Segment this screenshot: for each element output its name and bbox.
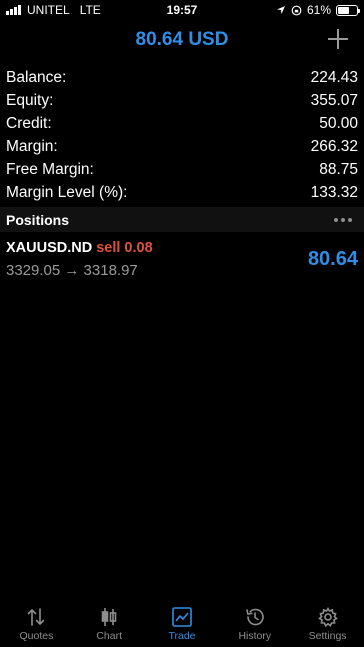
position-profit: 80.64 [307, 248, 358, 270]
candlestick-icon [101, 608, 117, 626]
summary-value: 133.32 [310, 184, 358, 201]
tab-quotes[interactable]: Quotes [0, 601, 73, 647]
tab-chart[interactable]: Chart [73, 601, 146, 647]
tab-label: History [238, 630, 272, 642]
more-options-icon[interactable] [334, 217, 352, 222]
summary-value: 88.75 [319, 161, 358, 178]
summary-label: Free Margin: [6, 161, 94, 178]
summary-value: 266.32 [310, 138, 358, 155]
tab-label: Settings [308, 630, 347, 642]
status-bar: UNITEL LTE 19:57 61% [0, 0, 364, 20]
summary-value: 224.43 [310, 69, 358, 86]
summary-row-credit: Credit: 50.00 [0, 112, 364, 135]
account-profit-title: 80.64 USD [135, 29, 229, 50]
summary-row-margin: Margin: 266.32 [0, 135, 364, 158]
status-right: 61% [276, 3, 360, 17]
location-arrow-icon [276, 6, 285, 14]
summary-label: Margin Level (%): [6, 184, 128, 201]
history-clock-icon [245, 608, 264, 626]
account-summary: Balance: 224.43 Equity: 355.07 Credit: 50.0… [0, 66, 364, 204]
position-title-line: XAUUSD.ND sell 0.08 [6, 240, 153, 256]
summary-value: 50.00 [319, 115, 358, 132]
tab-label: Quotes [19, 630, 54, 642]
tab-history[interactable]: History [218, 601, 291, 647]
tab-settings[interactable]: Settings [291, 601, 364, 647]
positions-title: Positions [6, 211, 70, 228]
summary-row-free-margin: Free Margin: 88.75 [0, 158, 364, 181]
orientation-lock-icon [291, 5, 302, 15]
battery-percent: 61% [306, 3, 331, 17]
gear-icon [317, 606, 338, 627]
summary-row-equity: Equity: 355.07 [0, 89, 364, 112]
header: 80.64 USD [0, 26, 364, 56]
summary-label: Credit: [6, 115, 52, 132]
tab-trade[interactable]: Trade [146, 601, 219, 647]
position-prices: 3329.05 → 3318.97 [6, 262, 138, 279]
position-side-volume: sell 0.08 [96, 240, 153, 256]
summary-label: Margin: [6, 138, 58, 155]
battery-fill [338, 6, 349, 14]
position-item[interactable]: XAUUSD.ND sell 0.08 3329.05 → 3318.97 80.… [0, 238, 364, 284]
summary-value: 355.07 [310, 92, 358, 109]
position-symbol: XAUUSD.ND [6, 240, 93, 256]
tab-label: Trade [168, 630, 196, 642]
summary-row-balance: Balance: 224.43 [0, 66, 364, 89]
summary-label: Balance: [6, 69, 67, 86]
tab-bar: Quotes Chart Trade History Settings [0, 601, 364, 647]
summary-label: Equity: [6, 92, 54, 109]
tab-label: Chart [96, 630, 123, 642]
battery-icon [336, 4, 360, 16]
trade-chart-icon [172, 607, 192, 627]
quotes-arrows-icon [28, 608, 45, 626]
new-order-plus-icon[interactable] [327, 28, 349, 50]
positions-section-header: Positions [0, 207, 364, 232]
summary-row-margin-level: Margin Level (%): 133.32 [0, 181, 364, 204]
